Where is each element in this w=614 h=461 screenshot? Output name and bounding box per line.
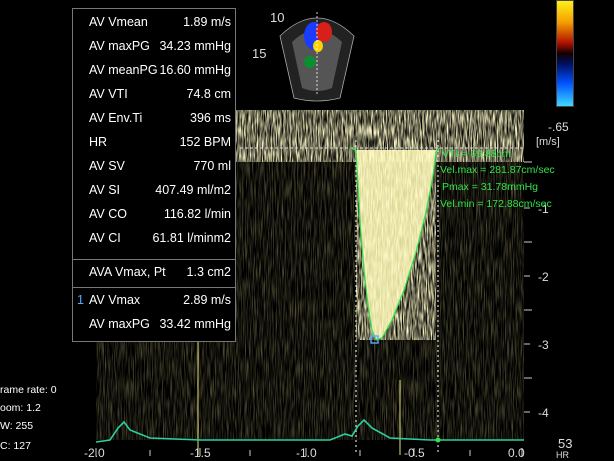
measurement-results-panel: AV Vmean 1.89 m/s AV maxPG 34.23 mmHg AV… bbox=[72, 8, 236, 342]
measurement-row[interactable]: AV meanPG 16.60 mmHg bbox=[73, 59, 235, 83]
measurement-row[interactable]: HR 152 BPM bbox=[73, 131, 235, 155]
velocity-tick-label: -4 bbox=[538, 406, 549, 420]
selected-measurement-row[interactable]: 1 AV Vmax 2.89 m/s bbox=[73, 289, 235, 313]
time-tick-label: -1.0 bbox=[296, 446, 317, 460]
vc-info: C: 127 bbox=[0, 440, 31, 452]
measurement-label: AV SV bbox=[89, 159, 125, 173]
measurement-label: AV VTI bbox=[89, 87, 128, 101]
measurement-row[interactable]: AV VTI 74.8 cm bbox=[73, 83, 235, 107]
ava-row[interactable]: AVA Vmax, Pt 1.3 cm2 bbox=[73, 261, 235, 285]
velocity-unit-label: [m/s] bbox=[536, 136, 560, 148]
measurement-row[interactable]: AV SV 770 ml bbox=[73, 155, 235, 179]
vmin-annotation: Vel.min = 172.88cm/sec bbox=[440, 198, 552, 210]
measurement-label: HR bbox=[89, 135, 108, 149]
measurement-value: 61.81 l/minm2 bbox=[152, 231, 231, 245]
pmax-annotation: Pmax = 31.78mmHg bbox=[442, 181, 538, 193]
measurement-value: 116.82 l/min bbox=[163, 207, 231, 221]
velocity-tick-label: -3 bbox=[538, 338, 549, 352]
measurement-label: AV CO bbox=[89, 207, 127, 221]
hr-value: 53 bbox=[558, 436, 573, 451]
ava-label: AVA Vmax, Pt bbox=[89, 265, 166, 279]
measurement-label: AV Env.Ti bbox=[89, 111, 143, 125]
measurement-value: 396 ms bbox=[190, 111, 231, 125]
sector-depth-15: 15 bbox=[252, 46, 267, 61]
measurement-row[interactable]: AV Env.Ti 396 ms bbox=[73, 107, 235, 131]
measurement-label: AV SI bbox=[89, 183, 121, 197]
measurement-row[interactable]: AV Vmean 1.89 m/s bbox=[73, 11, 235, 35]
sector-depth-10: 10 bbox=[270, 10, 285, 25]
measurement-value: 1.89 m/s bbox=[183, 15, 231, 29]
zoom-info: oom: 1.2 bbox=[0, 402, 41, 414]
ava-value: 1.3 cm2 bbox=[186, 265, 231, 279]
hr-unit: HR bbox=[556, 450, 569, 460]
measurement-row[interactable]: AV maxPG 34.23 mmHg bbox=[73, 35, 235, 59]
measurement-label: AV Vmax bbox=[89, 293, 141, 307]
measurement-value: 34.23 mmHg bbox=[159, 39, 231, 53]
ecg-marker bbox=[435, 437, 441, 443]
time-tick-label: -0.5 bbox=[404, 446, 425, 460]
measurement-value: 16.60 mmHg bbox=[159, 63, 231, 77]
time-tick-label: -1.5 bbox=[190, 446, 211, 460]
velocity-tick-label: -2 bbox=[538, 270, 549, 284]
measurement-label: AV CI bbox=[89, 231, 121, 245]
color-velocity-bar bbox=[556, 0, 574, 107]
measurement-row[interactable]: AV CI 61.81 l/minm2 bbox=[73, 227, 235, 251]
measurement-value: 33.42 mmHg bbox=[159, 317, 231, 331]
measurement-value: 770 ml bbox=[193, 159, 231, 173]
measurement-value: 74.8 cm bbox=[186, 87, 231, 101]
measurement-value: 152 BPM bbox=[179, 135, 231, 149]
panel-divider bbox=[73, 287, 235, 288]
frame-rate-info: rame rate: 0 bbox=[0, 384, 57, 396]
time-tick-label: 0.0 bbox=[508, 446, 525, 460]
measurement-index: 1 bbox=[77, 293, 84, 307]
time-tick-label: -2.0 bbox=[84, 446, 105, 460]
selected-measurement-row[interactable]: AV maxPG 33.42 mmHg bbox=[73, 313, 235, 337]
velocity-top-value: -.65 bbox=[548, 120, 569, 134]
measurement-value: 2.89 m/s bbox=[183, 293, 231, 307]
measurement-value: 407.49 ml/m2 bbox=[155, 183, 231, 197]
measurement-row[interactable]: AV CO 116.82 l/min bbox=[73, 203, 235, 227]
measurement-label: AV maxPG bbox=[89, 317, 150, 331]
pw-info: W: 255 bbox=[0, 420, 34, 432]
measurement-label: AV meanPG bbox=[89, 63, 158, 77]
vti-annotation: VTI = 69.88cm bbox=[442, 148, 511, 160]
measurement-label: AV Vmean bbox=[89, 15, 148, 29]
vmax-annotation: Vel.max = 281.87cm/sec bbox=[440, 164, 555, 176]
measurement-label: AV maxPG bbox=[89, 39, 150, 53]
panel-divider bbox=[73, 259, 235, 260]
measurement-row[interactable]: AV SI 407.49 ml/m2 bbox=[73, 179, 235, 203]
